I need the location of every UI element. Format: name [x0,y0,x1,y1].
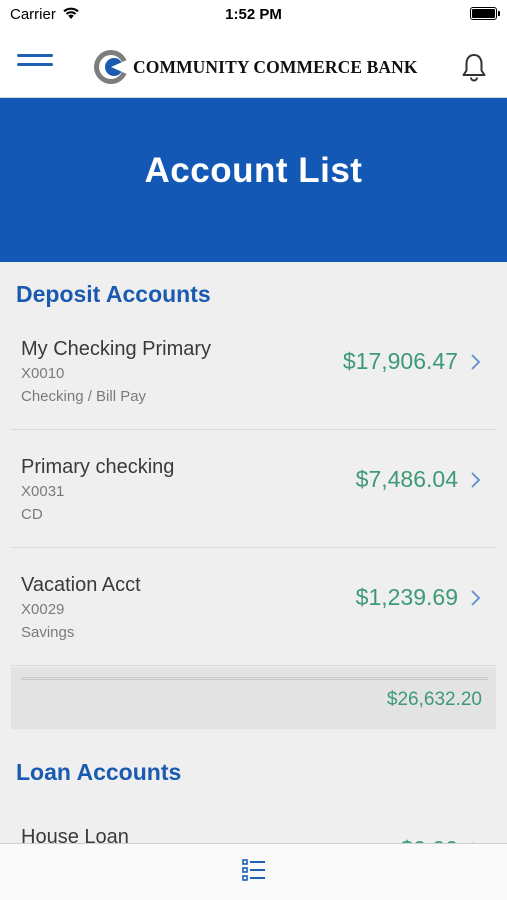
account-number: X0031 [21,483,65,500]
account-balance: $7,486.04 [355,466,458,492]
list-icon[interactable] [242,858,266,882]
account-balance: $1,239.69 [355,584,458,610]
account-type: Checking / Bill Pay [21,388,147,405]
battery-icon [470,7,500,20]
account-type: Savings [21,624,75,641]
deposit-total-row: $26,632.20 [11,667,496,729]
bank-name: COMMUNITY COMMERCE BANK [133,57,418,77]
page-title: Account List [144,151,363,190]
bell-icon[interactable] [460,52,488,82]
account-name: Vacation Acct [21,574,141,596]
clock: 1:52 PM [225,6,282,23]
account-name: My Checking Primary [21,338,212,360]
deposit-accounts-title: Deposit Accounts [16,281,211,307]
chevron-right-icon [471,472,481,488]
account-number: X0029 [21,601,65,618]
menu-button[interactable] [17,54,53,74]
account-type: CD [21,506,43,523]
account-row[interactable]: Vacation Acct X0029 Savings $1,239.69 [11,548,496,666]
account-row[interactable]: My Checking Primary X0010 Checking / Bil… [11,312,496,430]
loan-accounts-title: Loan Accounts [16,759,182,785]
hero-banner: Account List [0,98,507,262]
deposit-total: $26,632.20 [386,689,482,710]
total-divider [21,677,488,680]
bank-logo [94,50,129,84]
chevron-right-icon [471,590,481,606]
tab-bar [0,843,507,900]
chevron-right-icon [471,354,481,370]
account-row[interactable]: Primary checking X0031 CD $7,486.04 [11,430,496,548]
account-balance: $17,906.47 [342,348,458,374]
menu-icon [17,54,53,57]
app-header: COMMUNITY COMMERCE BANK [0,30,507,98]
account-number: X0010 [21,365,65,382]
account-name: Primary checking [21,456,175,478]
status-bar: Carrier 1:52 PM [0,0,507,30]
